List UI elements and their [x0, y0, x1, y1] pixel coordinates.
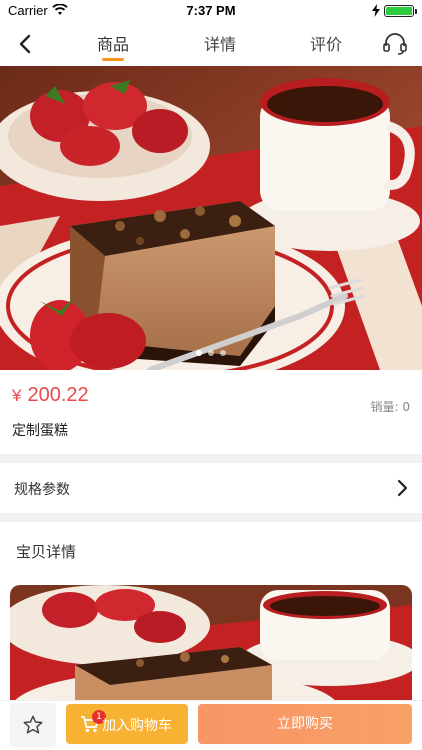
- bottom-action-bar: 1 加入购物车 立即购买: [0, 700, 422, 750]
- carousel-dot[interactable]: [220, 350, 226, 356]
- battery-icon: [384, 5, 417, 17]
- section-divider: [0, 513, 422, 522]
- favorite-button[interactable]: [10, 703, 56, 747]
- charging-icon: [372, 4, 380, 17]
- clock: 7:37 PM: [186, 3, 236, 18]
- price-section: ¥200.22 销量: 0 定制蛋糕: [0, 370, 422, 454]
- product-price: ¥200.22: [12, 384, 89, 407]
- detail-image: [10, 585, 412, 715]
- carousel-dot[interactable]: [208, 350, 214, 356]
- tab-details[interactable]: 详情: [190, 31, 250, 55]
- active-tab-indicator: [102, 58, 124, 61]
- cake-photo: [0, 66, 422, 370]
- tab-product[interactable]: 商品: [83, 31, 143, 55]
- product-name: 定制蛋糕: [12, 423, 68, 439]
- headset-icon[interactable]: [382, 32, 408, 56]
- cake-detail-photo: [10, 585, 412, 715]
- back-chevron-icon[interactable]: [14, 32, 38, 56]
- add-to-cart-button[interactable]: 1 加入购物车: [66, 704, 188, 744]
- sales-count: 销量: 0: [370, 400, 411, 414]
- currency-symbol: ¥: [12, 386, 22, 405]
- nav-bar: 商品 详情 评价: [0, 22, 422, 66]
- price-value: 200.22: [27, 384, 89, 406]
- buy-now-button[interactable]: 立即购买: [198, 704, 412, 744]
- section-divider: [0, 454, 422, 463]
- details-title: 宝贝详情: [16, 543, 77, 561]
- add-to-cart-label: 加入购物车: [102, 718, 172, 734]
- chevron-right-icon: [397, 479, 408, 497]
- star-icon: [23, 715, 43, 734]
- spec-params-label: 规格参数: [14, 482, 70, 498]
- carousel-indicator: [0, 341, 422, 360]
- carousel-dot[interactable]: [196, 350, 202, 356]
- spec-params-row[interactable]: 规格参数: [0, 463, 422, 513]
- product-image-carousel[interactable]: [0, 66, 422, 370]
- tab-reviews[interactable]: 评价: [296, 31, 356, 55]
- status-bar: Carrier 7:37 PM: [0, 0, 422, 22]
